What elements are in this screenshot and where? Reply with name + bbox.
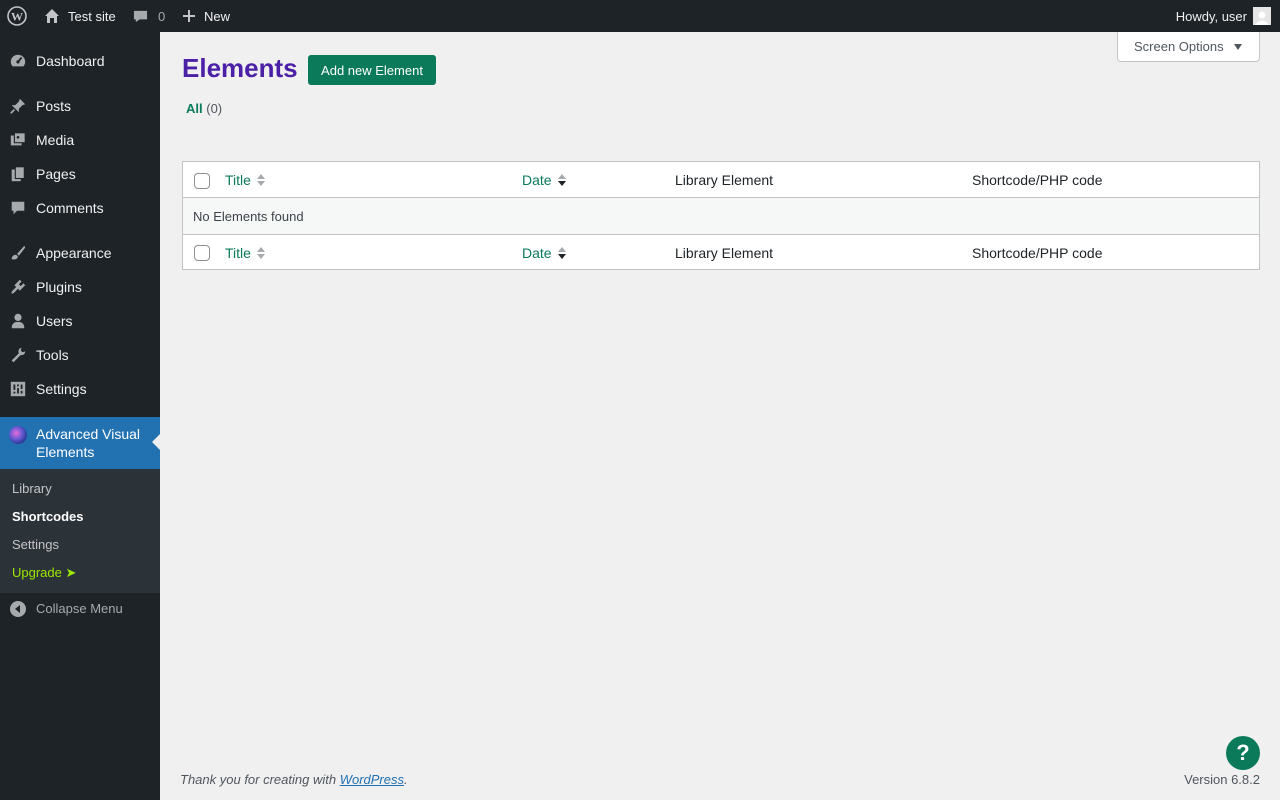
- my-account-link[interactable]: Howdy, user: [1176, 0, 1271, 32]
- site-name-link[interactable]: Test site: [44, 0, 116, 32]
- column-date-label: Date: [522, 245, 552, 261]
- sidebar-item-advanced-visual-elements[interactable]: Advanced Visual Elements: [0, 417, 160, 469]
- plus-icon: [182, 9, 196, 23]
- sidebar-item-posts[interactable]: Posts: [0, 89, 160, 123]
- svg-text:W: W: [11, 10, 23, 24]
- sort-indicator-icon: [256, 247, 265, 259]
- table-footer-row: Title Date Library Element Shortcode/PHP…: [183, 234, 1259, 270]
- greeting: Howdy, user: [1175, 8, 1247, 24]
- column-shortcode-footer: Shortcode/PHP code: [972, 245, 1103, 261]
- collapse-menu-label: Collapse Menu: [36, 601, 123, 616]
- sidebar-item-dashboard[interactable]: Dashboard: [0, 44, 160, 78]
- filter-all-link[interactable]: All: [186, 101, 203, 116]
- select-all-checkbox[interactable]: [194, 173, 210, 189]
- column-date-sort[interactable]: Date: [522, 162, 566, 198]
- comments-count: 0: [158, 8, 166, 24]
- brush-icon: [8, 243, 28, 263]
- admin-bar: W Test site 0 New Howdy, user: [0, 0, 1280, 32]
- sidebar-item-label: Appearance: [36, 245, 112, 261]
- sidebar-item-settings[interactable]: Settings: [0, 372, 160, 406]
- column-title-sort[interactable]: Title: [225, 162, 265, 198]
- sidebar-item-label: Tools: [36, 347, 69, 363]
- sidebar-item-label: Comments: [36, 200, 104, 216]
- sidebar-item-label: Users: [36, 313, 73, 329]
- pages-icon: [8, 164, 28, 184]
- column-title-label: Title: [225, 172, 251, 188]
- column-library-element-footer: Library Element: [675, 245, 774, 261]
- submenu-item-settings[interactable]: Settings: [12, 537, 59, 552]
- collapse-arrow-icon: [10, 601, 26, 617]
- footer-thanks-suffix: .: [404, 772, 408, 787]
- sidebar-item-plugins[interactable]: Plugins: [0, 270, 160, 304]
- page-title: Elements: [182, 53, 298, 83]
- submenu: Library Shortcodes Settings Upgrade ➤: [0, 469, 160, 593]
- comment-bubble-icon: [133, 9, 148, 24]
- collapse-menu-button[interactable]: Collapse Menu: [0, 598, 160, 622]
- new-label: New: [204, 8, 231, 24]
- status-filters: All (0): [186, 101, 222, 116]
- sidebar-item-label: Advanced Visual Elements: [36, 426, 141, 460]
- sidebar-item-pages[interactable]: Pages: [0, 157, 160, 191]
- select-all-checkbox-footer[interactable]: [194, 245, 210, 261]
- plugin-icon: [8, 277, 28, 297]
- caret-down-icon: [1233, 43, 1242, 50]
- table-header-row: Title Date Library Element Shortcode/PHP…: [183, 162, 1259, 198]
- no-items-message: No Elements found: [193, 208, 304, 224]
- footer-version: Version 6.8.2: [1184, 772, 1260, 787]
- sidebar-item-tools[interactable]: Tools: [0, 338, 160, 372]
- column-title-label: Title: [225, 245, 251, 261]
- sidebar-item-label: Pages: [36, 166, 76, 182]
- sidebar-item-label: Plugins: [36, 279, 82, 295]
- sidebar-item-users[interactable]: Users: [0, 304, 160, 338]
- column-date-sort-footer[interactable]: Date: [522, 235, 566, 271]
- sidebar-item-label: Posts: [36, 98, 72, 114]
- column-date-label: Date: [522, 172, 552, 188]
- site-name: Test site: [68, 8, 116, 24]
- sidebar-item-label: Media: [36, 132, 75, 148]
- ave-logo-icon: [8, 425, 28, 448]
- media-icon: [8, 130, 28, 150]
- current-menu-arrow: [152, 434, 160, 450]
- help-button[interactable]: ?: [1226, 736, 1260, 770]
- sort-indicator-icon: [557, 174, 566, 186]
- wordpress-logo-icon[interactable]: W: [7, 0, 27, 32]
- user-icon: [8, 311, 28, 331]
- sidebar-item-label: Settings: [36, 381, 87, 397]
- screen-options-button[interactable]: Screen Options: [1117, 32, 1260, 62]
- avatar: [1253, 7, 1271, 25]
- home-icon: [44, 8, 60, 24]
- new-content-link[interactable]: New: [182, 0, 230, 32]
- footer-thanks-text: Thank you for creating with: [180, 772, 340, 787]
- pin-icon: [8, 96, 28, 116]
- column-library-element: Library Element: [675, 172, 774, 188]
- submenu-item-library[interactable]: Library: [12, 481, 52, 496]
- sidebar-item-appearance[interactable]: Appearance: [0, 236, 160, 270]
- filter-all-count: (0): [206, 101, 223, 116]
- wordpress-link[interactable]: WordPress: [340, 772, 404, 787]
- column-title-sort-footer[interactable]: Title: [225, 235, 265, 271]
- sidebar-item-comments[interactable]: Comments: [0, 191, 160, 225]
- table-row: No Elements found: [183, 198, 1259, 234]
- admin-sidebar: Dashboard Posts Media Pages Comments App…: [0, 32, 160, 800]
- sidebar-item-media[interactable]: Media: [0, 123, 160, 157]
- sort-indicator-icon: [557, 247, 566, 259]
- sidebar-item-label: Dashboard: [36, 53, 105, 69]
- settings-icon: [8, 379, 28, 399]
- elements-table: Title Date Library Element Shortcode/PHP…: [182, 161, 1260, 270]
- comment-icon: [8, 198, 28, 218]
- column-shortcode: Shortcode/PHP code: [972, 172, 1103, 188]
- footer-thanks: Thank you for creating with WordPress.: [180, 772, 408, 787]
- add-new-element-button[interactable]: Add new Element: [308, 55, 436, 85]
- sort-indicator-icon: [256, 174, 265, 186]
- dashboard-icon: [8, 51, 28, 71]
- screen-options-label: Screen Options: [1134, 39, 1224, 54]
- submenu-item-shortcodes[interactable]: Shortcodes: [12, 509, 84, 524]
- wrench-icon: [8, 345, 28, 365]
- submenu-item-upgrade[interactable]: Upgrade ➤: [12, 565, 76, 581]
- comments-link[interactable]: 0: [133, 0, 165, 32]
